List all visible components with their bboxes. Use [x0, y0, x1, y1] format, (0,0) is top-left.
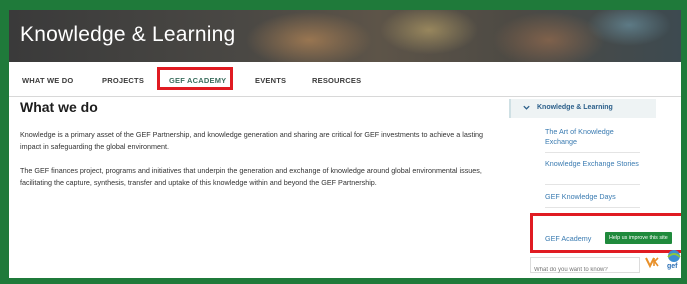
tab-bar: WHAT WE DO PROJECTS GEF ACADEMY EVENTS R… [9, 67, 681, 94]
chevron-down-icon [523, 105, 530, 110]
sidebar-item-art-of-knowledge-exchange[interactable]: The Art of Knowledge Exchange [545, 127, 640, 147]
tab-resources[interactable]: RESOURCES [312, 76, 361, 85]
hero-banner: Knowledge & Learning [9, 10, 681, 62]
search-input[interactable] [531, 263, 639, 277]
tab-what-we-do[interactable]: WHAT WE DO [22, 76, 73, 85]
sidebar-divider [545, 207, 640, 208]
tab-projects[interactable]: PROJECTS [102, 76, 144, 85]
sidebar-item-knowledge-exchange-stories[interactable]: Knowledge Exchange Stories [545, 159, 640, 169]
gef-logo-icon [667, 250, 681, 262]
tab-highlight-box [157, 67, 233, 90]
sidebar-heading-label: Knowledge & Learning [537, 104, 613, 111]
gef-logo-label: gef [667, 263, 678, 270]
tabs-divider [9, 96, 681, 97]
sidebar-divider [545, 184, 640, 185]
sidebar-heading[interactable]: Knowledge & Learning [509, 99, 656, 118]
sidebar-item-gef-knowledge-days[interactable]: GEF Knowledge Days [545, 192, 640, 202]
page-title: Knowledge & Learning [20, 23, 236, 46]
intro-paragraph: Knowledge is a primary asset of the GEF … [20, 130, 484, 151]
body-paragraph: The GEF finances project, programs and i… [20, 166, 482, 187]
sidebar-divider [545, 152, 640, 153]
tab-events[interactable]: EVENTS [255, 76, 286, 85]
section-heading: What we do [20, 99, 98, 115]
search-field[interactable] [530, 257, 640, 277]
partner-logo-icon [645, 257, 659, 269]
page-frame: Knowledge & Learning WHAT WE DO PROJECTS… [9, 10, 681, 278]
help-improve-button[interactable]: Help us improve this site [605, 232, 672, 244]
